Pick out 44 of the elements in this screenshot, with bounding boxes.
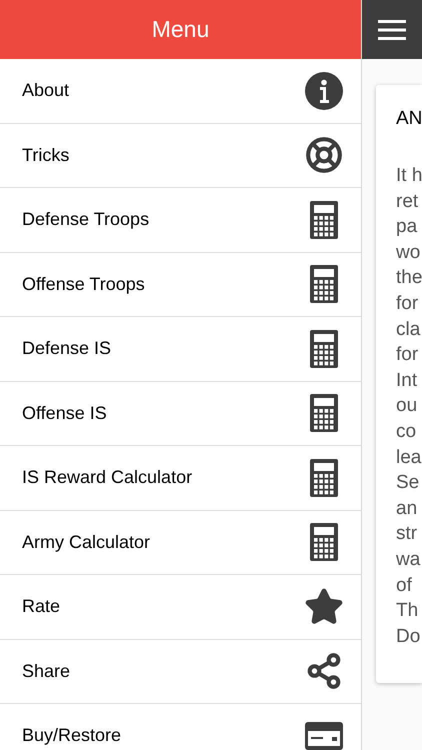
menu-item[interactable]: Defense Troops [0,188,361,252]
calculator-icon [310,523,338,562]
content-text-line: Se [396,471,420,496]
content-text-line: It h [396,164,422,188]
calculator-icon [310,330,338,368]
calculator-icon [310,200,338,239]
calculator-icon [310,394,338,432]
content-heading: AN [396,107,422,131]
content-text-line: for [396,343,420,368]
content-text-line: Do [396,624,422,649]
star-icon [304,586,344,627]
content-text-line: wa [396,548,422,572]
menu-item[interactable]: Army Calculator [0,510,361,575]
menu-item[interactable]: Rate [0,575,361,640]
menu-item[interactable]: About [0,59,361,124]
content-text-line: of [396,574,413,598]
lifebuoy-icon [305,136,343,174]
menu-item[interactable]: Buy/Restore [0,704,361,750]
content-text-line: cla [396,318,422,342]
content-text-line: for [396,292,420,316]
content-text-line: Int [396,368,418,393]
content-text-line: an [396,496,418,521]
content-text-line: pa [396,215,418,240]
menu-item[interactable]: Share [0,640,361,704]
menu-icon [378,20,406,40]
menu-item[interactable]: Defense IS [0,317,361,382]
content-text-line: ou [396,394,418,418]
menu-button[interactable] [362,0,422,59]
content-text-line: str [396,522,418,546]
menu-item[interactable]: Tricks [0,124,361,188]
content-text-line: the [396,266,422,290]
content-text-line: wo [396,240,422,265]
content-text-line: lea [396,446,422,470]
info-icon [305,72,343,110]
calculator-icon [310,458,338,497]
content-text-line: co [396,420,418,444]
menu-item[interactable]: IS Reward Calculator [0,446,361,510]
calculator-icon [310,265,338,304]
share-icon [305,652,343,690]
content-text-line: Th [396,599,420,624]
content-text-line: ret [396,190,420,214]
menu-item[interactable]: Offense Troops [0,252,361,317]
menu-title: Menu [152,15,210,44]
menu-item[interactable]: Offense IS [0,382,361,446]
